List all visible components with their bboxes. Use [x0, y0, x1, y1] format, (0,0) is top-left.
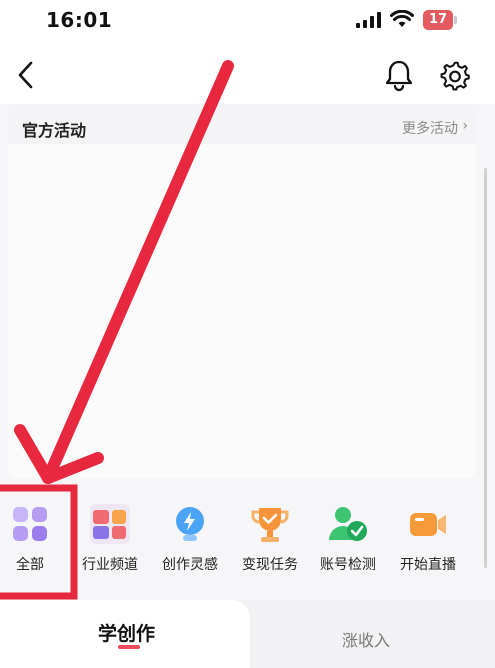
- battery-icon: 17: [423, 10, 457, 30]
- card-title: 官方活动: [22, 121, 87, 140]
- chevron-right-icon[interactable]: ›: [462, 118, 468, 134]
- industry-channel-icon: [90, 504, 130, 544]
- all-grid-icon: [13, 507, 47, 541]
- wifi-icon: [390, 10, 414, 27]
- feature-label: 账号检测: [320, 557, 376, 573]
- signal-icon: [356, 12, 381, 28]
- gear-icon[interactable]: [440, 60, 470, 92]
- video-camera-icon: [410, 513, 446, 536]
- more-activities-link[interactable]: 更多活动: [402, 118, 458, 138]
- feature-row: 全部 行业频道 创作灵感 变现任务 账号检测 开始直播: [0, 492, 495, 582]
- status-bar: 16:01 17: [0, 0, 495, 44]
- trophy-icon: [251, 508, 289, 542]
- active-tab-indicator: [118, 645, 140, 649]
- activity-banner-area[interactable]: [8, 144, 476, 478]
- feature-label: 全部: [16, 557, 44, 573]
- feature-industry-channel[interactable]: 行业频道: [70, 492, 150, 582]
- battery-level: 17: [428, 12, 448, 27]
- official-activity-card: 官方活动 更多活动 ›: [8, 104, 476, 478]
- card-header: 官方活动 更多活动 ›: [8, 104, 476, 144]
- feature-label: 开始直播: [400, 557, 456, 573]
- feature-start-live[interactable]: 开始直播: [388, 492, 468, 582]
- status-time: 16:01: [46, 8, 113, 32]
- feature-all[interactable]: 全部: [0, 492, 70, 582]
- bell-icon[interactable]: [384, 58, 414, 92]
- feature-label: 变现任务: [242, 557, 298, 573]
- feature-creative-inspiration[interactable]: 创作灵感: [150, 492, 230, 582]
- feature-label: 创作灵感: [162, 557, 218, 573]
- lightbulb-icon: [176, 507, 204, 541]
- feature-label: 行业频道: [82, 557, 138, 573]
- nav-bar: [0, 44, 495, 104]
- tab-learn-create[interactable]: 学创作: [98, 619, 155, 646]
- back-chevron-icon[interactable]: [12, 58, 40, 92]
- feature-account-check[interactable]: 账号检测: [308, 492, 388, 582]
- tab-increase-income[interactable]: 涨收入: [342, 627, 390, 651]
- account-check-icon: [329, 507, 367, 541]
- feature-monetize-tasks[interactable]: 变现任务: [230, 492, 310, 582]
